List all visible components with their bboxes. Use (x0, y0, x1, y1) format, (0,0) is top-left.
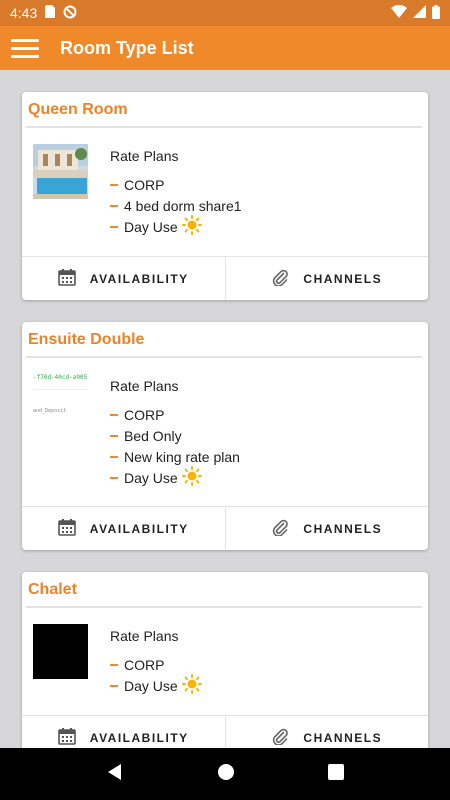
availability-button[interactable]: AVAILABILITY (22, 507, 225, 550)
room-title: Queen Room (28, 101, 128, 118)
paperclip-icon (271, 518, 289, 539)
paperclip-icon (271, 727, 289, 748)
sun-icon (181, 466, 202, 489)
back-icon[interactable] (106, 763, 124, 786)
calendar-icon (57, 268, 76, 289)
channels-label: CHANNELS (303, 271, 383, 286)
signal-icon (413, 5, 426, 21)
room-thumbnail[interactable]: -f70d-40cd-a905-0 and_Deposit (33, 374, 88, 429)
thumbnail-text: and_Deposit (33, 408, 67, 414)
app-bar: Room Type List (0, 26, 450, 70)
sim-card-icon (45, 5, 56, 21)
rate-plan-item[interactable]: Day Use (110, 674, 202, 697)
battery-icon (432, 4, 440, 22)
home-icon[interactable] (217, 763, 235, 786)
channels-label: CHANNELS (303, 730, 383, 745)
room-title: Chalet (28, 581, 77, 598)
rate-plans: Rate Plans CORP 4 bed dorm share1 Day Us… (110, 148, 242, 237)
hamburger-menu-icon[interactable] (0, 26, 50, 70)
room-card: Ensuite Double -f70d-40cd-a905-0 and_Dep… (22, 322, 428, 550)
channels-button[interactable]: CHANNELS (224, 507, 429, 550)
channels-button[interactable]: CHANNELS (224, 257, 429, 300)
rate-plan-item[interactable]: CORP (110, 174, 242, 195)
channels-button[interactable]: CHANNELS (224, 716, 429, 748)
rate-plan-item[interactable]: CORP (110, 654, 202, 675)
page-title: Room Type List (60, 37, 194, 58)
rate-plan-item[interactable]: New king rate plan (110, 446, 240, 467)
paperclip-icon (271, 268, 289, 289)
room-type-list: Queen Room Rate Plans CORP 4 bed dorm sh… (0, 70, 450, 748)
wifi-icon (391, 4, 407, 21)
rate-plan-item[interactable]: 4 bed dorm share1 (110, 195, 242, 216)
status-time: 4:43 (10, 5, 38, 21)
sun-icon (181, 215, 202, 238)
sun-icon (181, 674, 202, 697)
rate-plans: Rate Plans CORP Day Use (110, 628, 202, 696)
system-nav-bar (0, 748, 450, 800)
availability-label: AVAILABILITY (89, 271, 189, 286)
rate-plan-item[interactable]: CORP (110, 404, 240, 425)
channels-label: CHANNELS (303, 521, 383, 536)
room-card: Queen Room Rate Plans CORP 4 bed dorm sh… (22, 92, 428, 300)
data-saver-icon (63, 5, 77, 22)
card-actions: AVAILABILITY CHANNELS (22, 256, 428, 300)
thumbnail-text: -f70d-40cd-a905-0 (33, 374, 88, 381)
rate-plans: Rate Plans CORP Bed Only New king rate p… (110, 378, 240, 488)
recents-icon[interactable] (327, 763, 344, 785)
status-bar: 4:43 (0, 0, 450, 26)
room-thumbnail[interactable] (33, 624, 88, 679)
rate-plans-heading: Rate Plans (110, 148, 179, 164)
card-actions: AVAILABILITY CHANNELS (22, 506, 428, 550)
rate-plan-item[interactable]: Day Use (110, 215, 242, 238)
calendar-icon (57, 727, 76, 748)
availability-button[interactable]: AVAILABILITY (22, 716, 225, 748)
availability-button[interactable]: AVAILABILITY (22, 257, 225, 300)
room-card: Chalet Rate Plans CORP Day Use AVAILABIL… (22, 572, 428, 748)
rate-plans-heading: Rate Plans (110, 378, 179, 394)
room-thumbnail[interactable] (33, 144, 88, 199)
rate-plan-item[interactable]: Day Use (110, 466, 240, 489)
room-title: Ensuite Double (28, 331, 145, 348)
availability-label: AVAILABILITY (89, 521, 189, 536)
rate-plan-item[interactable]: Bed Only (110, 425, 240, 446)
availability-label: AVAILABILITY (89, 730, 189, 745)
card-actions: AVAILABILITY CHANNELS (22, 715, 428, 748)
rate-plans-heading: Rate Plans (110, 628, 179, 644)
calendar-icon (57, 518, 76, 539)
